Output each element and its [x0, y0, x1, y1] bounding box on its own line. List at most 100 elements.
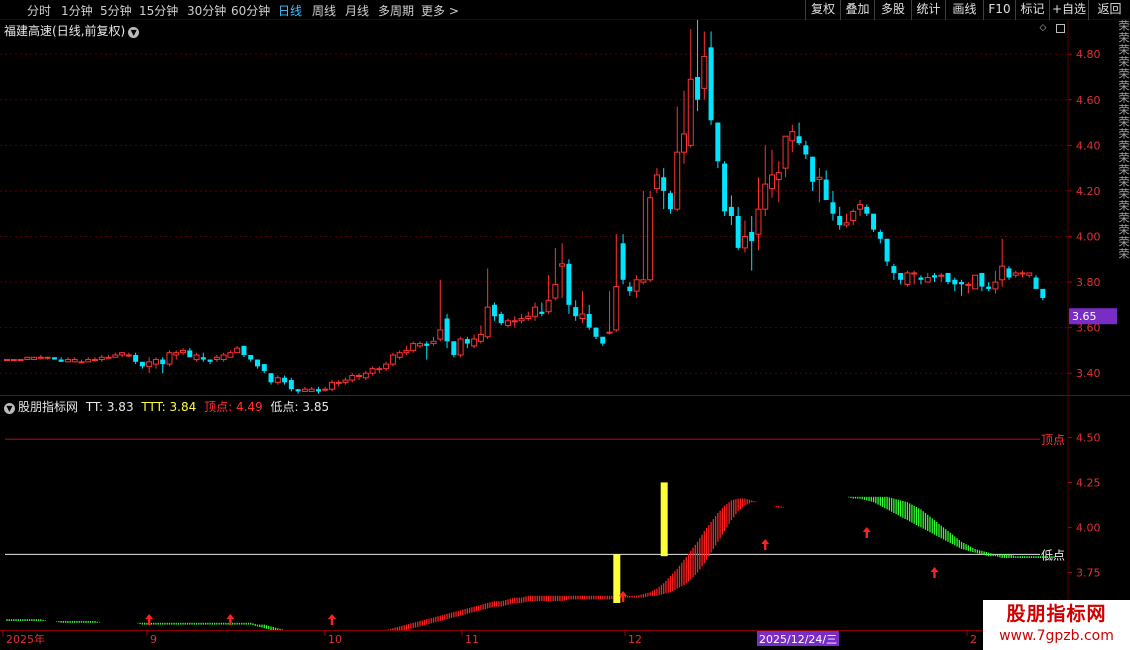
- candle-body[interactable]: [301, 388, 308, 392]
- candle-body[interactable]: [213, 356, 220, 361]
- candle-body[interactable]: [715, 122, 721, 162]
- candle-body[interactable]: [498, 313, 504, 324]
- candle-body[interactable]: [44, 356, 51, 359]
- candle-body[interactable]: [227, 352, 234, 358]
- candle-body[interactable]: [471, 338, 478, 347]
- candle-body[interactable]: [871, 213, 877, 230]
- candle-body[interactable]: [234, 347, 241, 354]
- candle-body[interactable]: [187, 350, 193, 358]
- candle-body[interactable]: [924, 277, 931, 283]
- candle-body[interactable]: [532, 306, 539, 317]
- candle-body[interactable]: [282, 377, 288, 383]
- candle-body[interactable]: [573, 307, 579, 317]
- chevron-down-icon[interactable]: ▼: [128, 27, 140, 38]
- candle-body[interactable]: [891, 266, 897, 273]
- candle-body[interactable]: [959, 282, 965, 285]
- candle-body[interactable]: [315, 389, 321, 392]
- toolbar-button-3[interactable]: 统计: [911, 0, 945, 20]
- candle-body[interactable]: [98, 356, 105, 361]
- candle-body[interactable]: [782, 135, 789, 169]
- period-5[interactable]: 60分钟: [231, 2, 270, 19]
- candle-body[interactable]: [938, 274, 945, 277]
- candle-body[interactable]: [986, 286, 992, 289]
- candle-body[interactable]: [837, 215, 843, 226]
- candle-body[interactable]: [444, 318, 450, 342]
- candle-body[interactable]: [653, 174, 660, 190]
- candle-body[interactable]: [383, 363, 390, 370]
- candle-body[interactable]: [133, 354, 139, 362]
- candle-body[interactable]: [504, 320, 511, 326]
- candle-body[interactable]: [661, 177, 667, 191]
- candle-body[interactable]: [241, 345, 247, 355]
- candle-body[interactable]: [396, 352, 403, 358]
- candle-body[interactable]: [85, 359, 92, 363]
- candle-body[interactable]: [180, 349, 187, 354]
- candle-body[interactable]: [288, 380, 294, 390]
- candle-body[interactable]: [701, 55, 708, 89]
- candle-body[interactable]: [274, 377, 281, 383]
- candle-body[interactable]: [1012, 272, 1019, 276]
- candle-body[interactable]: [139, 361, 145, 367]
- candle-body[interactable]: [898, 272, 904, 280]
- candle-body[interactable]: [749, 231, 755, 242]
- candle-body[interactable]: [728, 206, 734, 216]
- candle-body[interactable]: [1006, 268, 1012, 278]
- candle-body[interactable]: [823, 179, 829, 201]
- candle-body[interactable]: [308, 388, 315, 392]
- candle-body[interactable]: [166, 352, 173, 365]
- candle-body[interactable]: [328, 381, 335, 390]
- candle-body[interactable]: [755, 208, 762, 235]
- candle-body[interactable]: [952, 279, 958, 285]
- candle-body[interactable]: [552, 283, 559, 299]
- toolbar-button-4[interactable]: 画线: [945, 0, 983, 20]
- indicator-chart[interactable]: 4.504.254.003.753.50顶点低点: [0, 396, 1130, 638]
- candle-body[interactable]: [979, 272, 985, 287]
- candle-body[interactable]: [559, 263, 566, 267]
- candle-body[interactable]: [349, 374, 356, 381]
- candle-body[interactable]: [992, 281, 999, 290]
- candle-body[interactable]: [775, 172, 782, 181]
- candle-body[interactable]: [410, 343, 417, 351]
- candle-body[interactable]: [64, 359, 71, 363]
- candle-body[interactable]: [342, 379, 349, 383]
- candle-body[interactable]: [254, 359, 260, 367]
- period-7[interactable]: 周线: [312, 2, 336, 19]
- toolbar-button-6[interactable]: 标记: [1015, 0, 1049, 20]
- candle-body[interactable]: [620, 243, 626, 280]
- period-0[interactable]: 分时: [27, 2, 51, 19]
- candle-body[interactable]: [539, 311, 545, 314]
- candle-body[interactable]: [416, 343, 423, 347]
- candle-body[interactable]: [4, 359, 10, 362]
- candle-body[interactable]: [451, 341, 457, 355]
- candle-body[interactable]: [762, 183, 769, 210]
- period-8[interactable]: 月线: [345, 2, 369, 19]
- period-1[interactable]: 1分钟: [61, 2, 93, 19]
- candle-body[interactable]: [667, 193, 673, 210]
- candle-body[interactable]: [105, 356, 112, 359]
- diamond-icon[interactable]: ◇: [1038, 23, 1048, 33]
- candle-body[interactable]: [437, 329, 444, 340]
- period-3[interactable]: 15分钟: [139, 2, 178, 19]
- candle-body[interactable]: [918, 277, 924, 280]
- candle-body[interactable]: [877, 231, 883, 239]
- candle-body[interactable]: [1019, 272, 1026, 275]
- candle-body[interactable]: [207, 359, 213, 362]
- candle-body[interactable]: [268, 373, 274, 383]
- toolbar-button-8[interactable]: 返回: [1088, 0, 1130, 20]
- candle-body[interactable]: [335, 381, 342, 384]
- candle-body[interactable]: [17, 359, 24, 362]
- candle-body[interactable]: [248, 354, 254, 360]
- period-2[interactable]: 5分钟: [100, 2, 132, 19]
- toolbar-button-1[interactable]: 叠加: [840, 0, 874, 20]
- candle-body[interactable]: [92, 359, 99, 362]
- candle-body[interactable]: [78, 361, 85, 364]
- candle-body[interactable]: [322, 388, 329, 391]
- candle-body[interactable]: [376, 368, 383, 371]
- candle-body[interactable]: [816, 176, 823, 181]
- candle-body[interactable]: [972, 274, 979, 290]
- candle-body[interactable]: [735, 215, 741, 248]
- candle-body[interactable]: [1026, 272, 1033, 276]
- candle-body[interactable]: [146, 361, 153, 367]
- candle-body[interactable]: [119, 352, 126, 356]
- candle-body[interactable]: [647, 197, 654, 281]
